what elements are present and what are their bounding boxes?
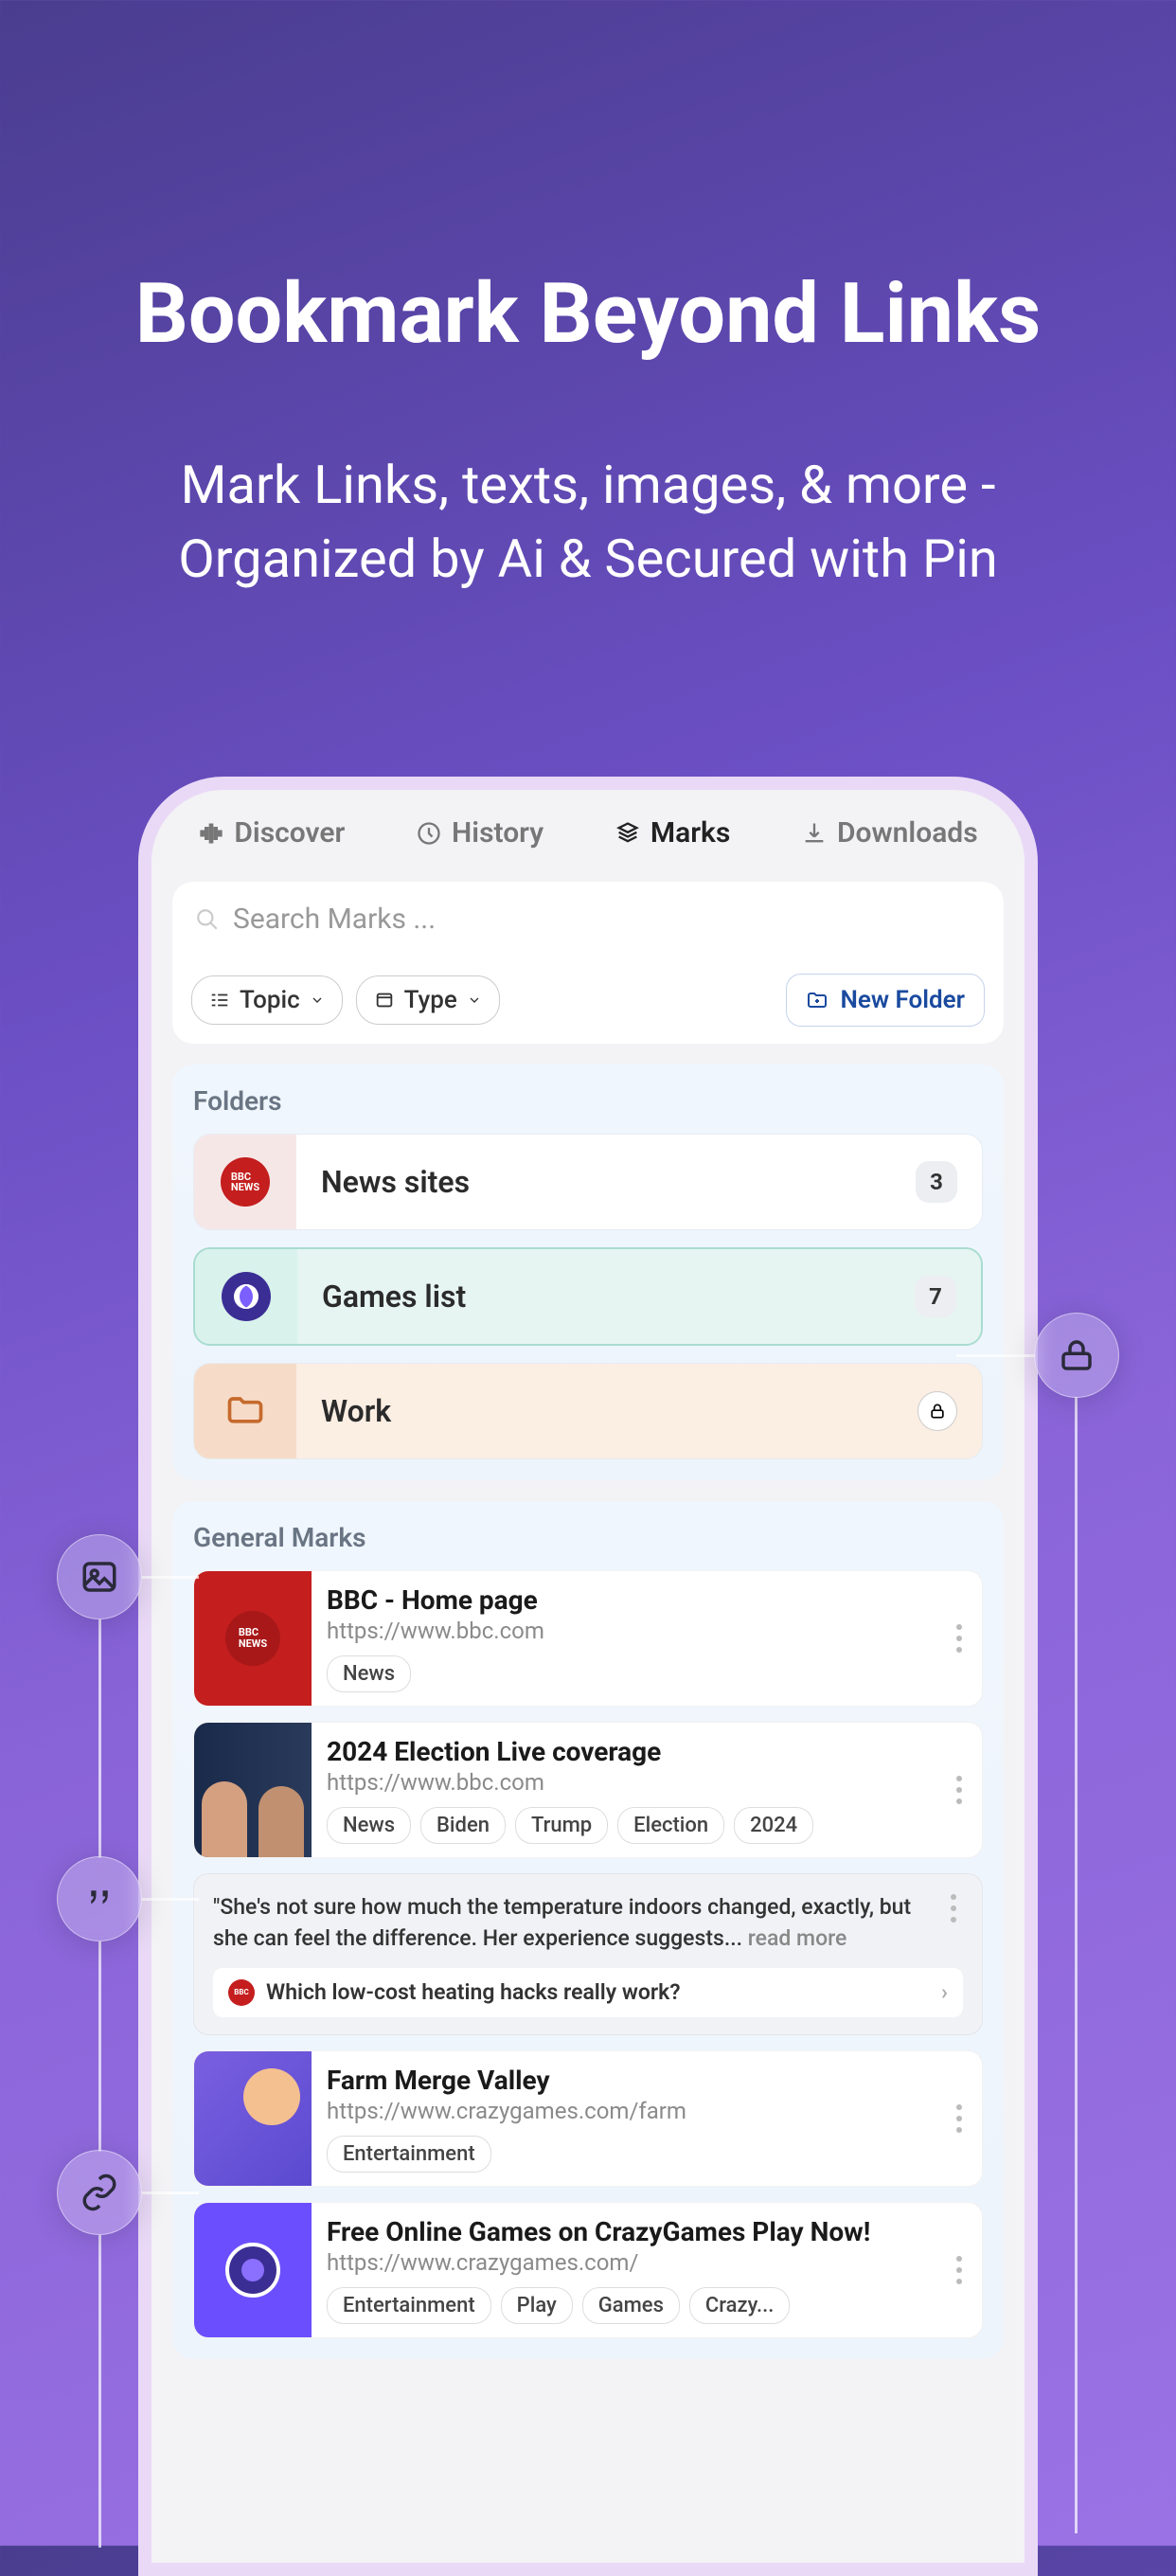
folder-games-list[interactable]: Games list 7 (193, 1247, 983, 1346)
float-lock-icon (1034, 1313, 1119, 1398)
chevron-right-icon: › (941, 1979, 948, 2005)
mark-tag[interactable]: 2024 (734, 1807, 813, 1844)
discover-icon (198, 820, 224, 847)
mark-menu-button[interactable] (936, 1723, 982, 1857)
folder-icon (195, 1249, 297, 1344)
connector-line (98, 1941, 101, 2152)
folders-title: Folders (193, 1085, 983, 1117)
mark-tag[interactable]: Games (582, 2287, 680, 2324)
lock-icon (918, 1391, 957, 1431)
mark-url: https://www.bbc.com (327, 1618, 929, 1644)
mark-quote[interactable]: "She's not sure how much the temperature… (193, 1873, 983, 2035)
filter-label: Type (404, 986, 457, 1014)
mark-tag[interactable]: Entertainment (327, 2136, 491, 2173)
tabs-row: Discover History Marks Downloads (151, 790, 1025, 868)
folder-plus-icon (806, 989, 829, 1011)
search-placeholder: Search Marks ... (233, 903, 436, 936)
marks-icon (615, 820, 641, 847)
history-icon (416, 820, 442, 847)
mark-menu-button[interactable] (931, 1893, 976, 1923)
connector-line (98, 1619, 101, 1858)
float-image-icon (57, 1534, 142, 1619)
mark-farm-merge[interactable]: Farm Merge Valley https://www.crazygames… (193, 2050, 983, 2187)
mark-tag[interactable]: Election (617, 1807, 724, 1844)
mark-menu-button[interactable] (936, 2051, 982, 2186)
mark-tag[interactable]: Biden (420, 1807, 506, 1844)
mark-tag[interactable]: Entertainment (327, 2287, 491, 2324)
tab-label: Marks (650, 816, 730, 850)
filters-row: Topic Type New Folder (172, 957, 1004, 1044)
mark-tag[interactable]: Play (501, 2287, 573, 2324)
chevron-down-icon (310, 993, 325, 1008)
tab-label: Downloads (837, 816, 978, 850)
filter-label: Topic (240, 986, 300, 1014)
folder-news-sites[interactable]: BBCNEWS News sites 3 (193, 1134, 983, 1230)
mark-title: Free Online Games on CrazyGames Play Now… (327, 2216, 929, 2247)
mark-crazygames[interactable]: Free Online Games on CrazyGames Play Now… (193, 2202, 983, 2338)
tab-discover[interactable]: Discover (198, 816, 345, 850)
mark-bbc-home[interactable]: BBCNEWS BBC - Home page https://www.bbc.… (193, 1570, 983, 1707)
connector-line (98, 2235, 101, 2548)
quote-source[interactable]: BBC Which low-cost heating hacks really … (213, 1968, 963, 2017)
folder-name: Work (321, 1393, 918, 1429)
mark-tag[interactable]: Crazy... (689, 2287, 790, 2324)
mark-thumbnail (194, 2203, 312, 2337)
tab-marks[interactable]: Marks (615, 816, 730, 850)
read-more-link[interactable]: read more (742, 1925, 846, 1951)
mark-url: https://www.crazygames.com/farm (327, 2098, 929, 2124)
connector-line (142, 2191, 199, 2194)
tab-label: Discover (234, 816, 345, 850)
mark-url: https://www.crazygames.com/ (327, 2249, 929, 2276)
connector-line (1075, 1397, 1078, 2533)
general-marks-section: General Marks BBCNEWS BBC - Home page ht… (172, 1501, 1004, 2359)
folder-icon: BBCNEWS (194, 1135, 296, 1229)
mark-menu-button[interactable] (936, 2203, 982, 2337)
search-input[interactable]: Search Marks ... (172, 882, 1004, 957)
float-link-icon (57, 2150, 142, 2235)
folder-count: 7 (915, 1276, 956, 1317)
mark-election[interactable]: 2024 Election Live coverage https://www.… (193, 1722, 983, 1858)
list-icon (209, 990, 230, 1011)
downloads-icon (801, 820, 828, 847)
mark-title: BBC - Home page (327, 1584, 929, 1616)
mark-url: https://www.bbc.com (327, 1769, 929, 1796)
source-title: Which low-cost heating hacks really work… (266, 1979, 681, 2005)
hero-title: Bookmark Beyond Links (0, 0, 1176, 363)
general-marks-title: General Marks (193, 1522, 983, 1553)
tab-downloads[interactable]: Downloads (801, 816, 978, 850)
mark-menu-button[interactable] (936, 1571, 982, 1706)
new-folder-label: New Folder (840, 986, 965, 1014)
connector-line (956, 1354, 1036, 1357)
mark-title: Farm Merge Valley (327, 2065, 929, 2096)
phone-frame: Discover History Marks Downloads Search … (138, 777, 1038, 2576)
mark-tag[interactable]: Trump (515, 1807, 608, 1844)
mark-title: 2024 Election Live coverage (327, 1736, 929, 1767)
chevron-down-icon (467, 993, 482, 1008)
folder-count: 3 (916, 1161, 957, 1203)
source-icon: BBC (228, 1979, 255, 2006)
quote-text: "She's not sure how much the temperature… (213, 1891, 963, 1955)
folder-name: Games list (322, 1279, 915, 1315)
connector-line (142, 1898, 199, 1901)
mark-tag[interactable]: News (327, 1807, 411, 1844)
mark-thumbnail (194, 1723, 312, 1857)
mark-thumbnail: BBCNEWS (194, 1571, 312, 1706)
folders-section: Folders BBCNEWS News sites 3 Games list … (172, 1064, 1004, 1480)
folder-name: News sites (321, 1164, 916, 1200)
tab-label: History (452, 816, 543, 850)
connector-line (142, 1576, 199, 1579)
mark-thumbnail (194, 2051, 312, 2186)
filter-type[interactable]: Type (356, 975, 500, 1025)
mark-tag[interactable]: News (327, 1655, 411, 1692)
folder-work[interactable]: Work (193, 1363, 983, 1459)
search-icon (195, 907, 220, 932)
folder-icon (194, 1364, 296, 1458)
new-folder-button[interactable]: New Folder (786, 974, 985, 1027)
type-icon (374, 990, 395, 1011)
float-quote-icon (57, 1856, 142, 1941)
tab-history[interactable]: History (416, 816, 543, 850)
hero-subtitle: Mark Links, texts, images, & more - Orga… (0, 448, 1176, 597)
filter-topic[interactable]: Topic (191, 975, 343, 1025)
